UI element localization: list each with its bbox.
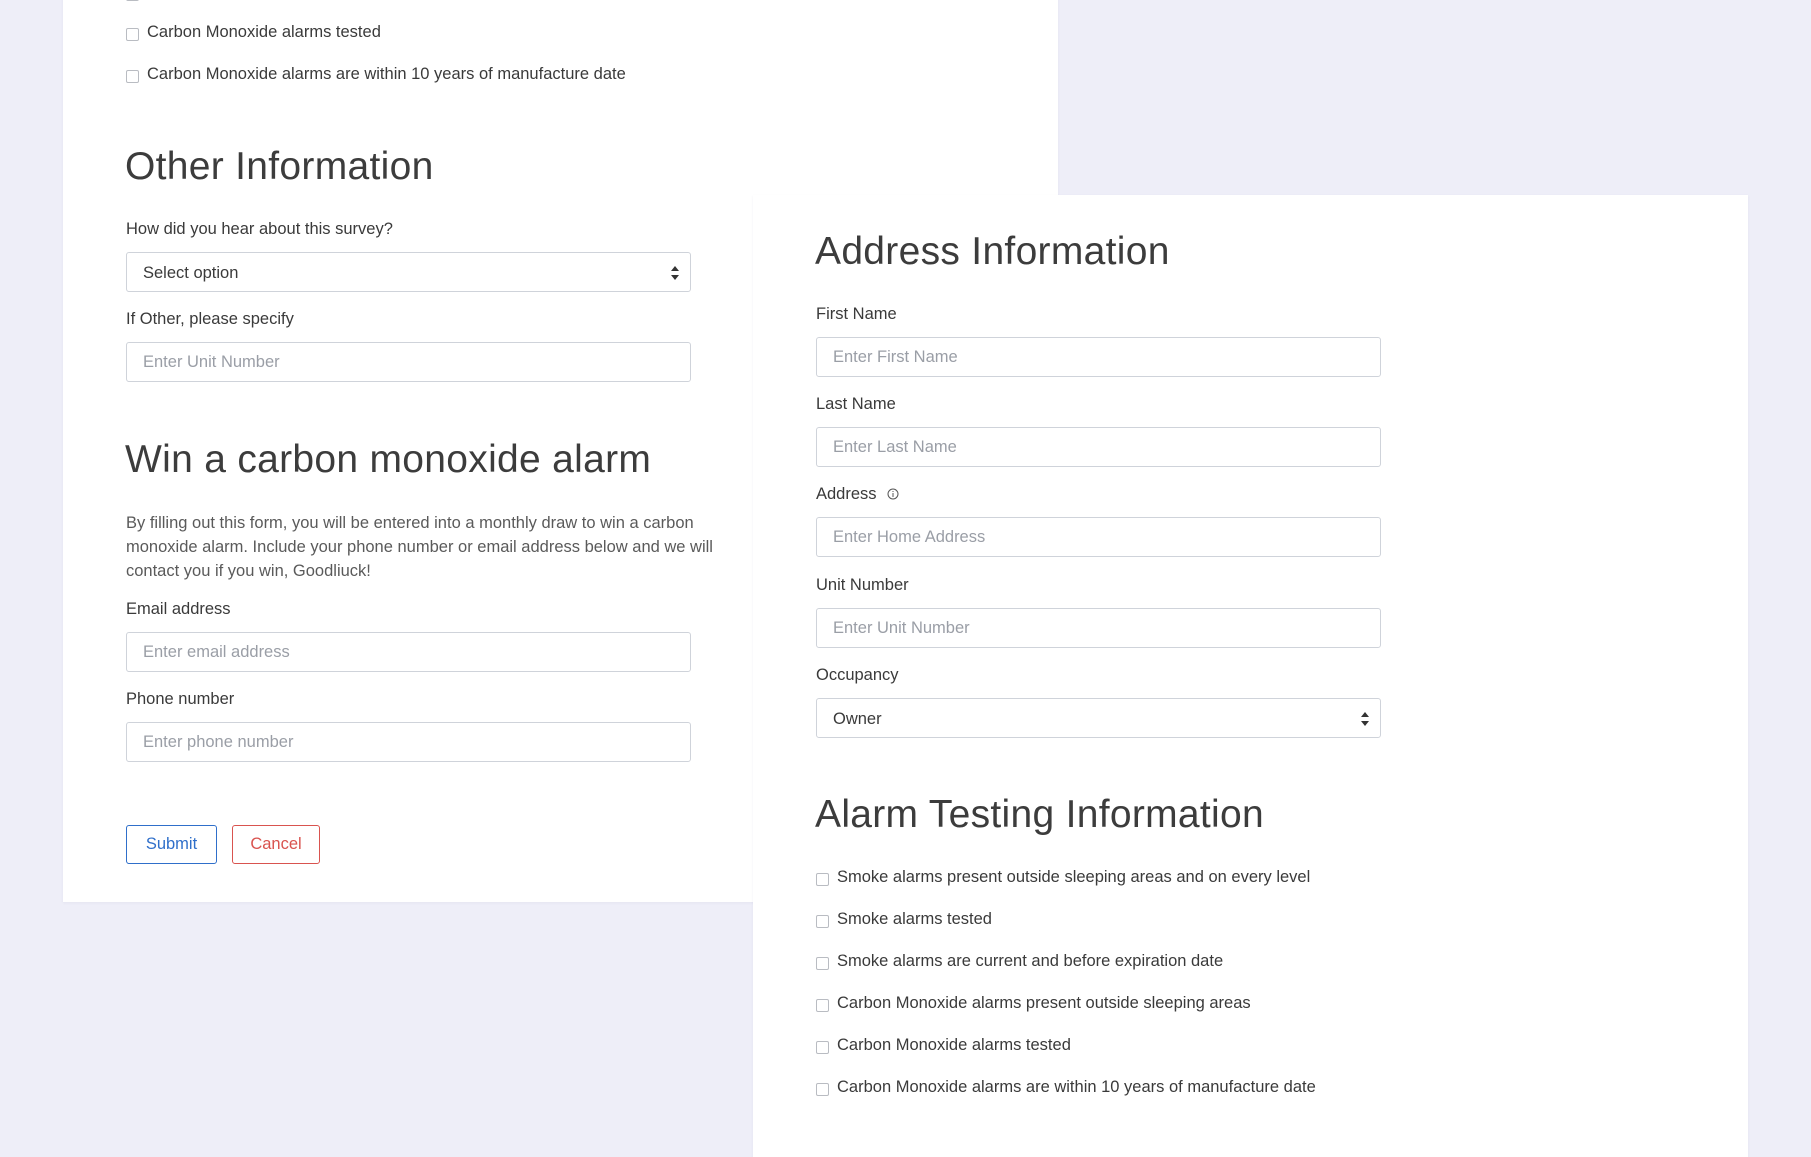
checkbox-co-10-years-back[interactable] (126, 70, 139, 83)
phone-label: Phone number (126, 690, 235, 708)
checkbox-label: Carbon Monoxide alarms are within 10 yea… (837, 1078, 1316, 1096)
first-name-label: First Name (816, 305, 897, 323)
unit-number-label: Unit Number (816, 576, 909, 594)
survey-form-card-front: Address Information First Name Last Name… (753, 195, 1748, 1157)
checkbox-co-tested[interactable] (816, 1041, 829, 1054)
address-label-row: Address (816, 485, 899, 504)
checkbox-row-partial[interactable] (126, 0, 147, 1)
address-input[interactable] (816, 517, 1381, 557)
checkbox-label: Carbon Monoxide alarms are within 10 yea… (147, 65, 626, 83)
cancel-button[interactable]: Cancel (232, 825, 320, 864)
checkbox-row-co-10-years[interactable]: Carbon Monoxide alarms are within 10 yea… (816, 1078, 1316, 1097)
submit-button[interactable]: Submit (126, 825, 217, 864)
win-alarm-heading: Win a carbon monoxide alarm (125, 438, 652, 481)
unit-number-input[interactable] (816, 608, 1381, 648)
address-label: Address (816, 485, 877, 503)
phone-input[interactable] (126, 722, 691, 762)
checkbox-row-smoke-current[interactable]: Smoke alarms are current and before expi… (816, 952, 1223, 971)
other-specify-input[interactable] (126, 342, 691, 382)
checkbox-label: Smoke alarms tested (837, 910, 992, 928)
win-description: By filling out this form, you will be en… (126, 514, 713, 580)
hear-about-select[interactable]: Select option (126, 252, 691, 292)
checkbox-label: Smoke alarms present outside sleeping ar… (837, 868, 1311, 886)
occupancy-select[interactable]: Owner (816, 698, 1381, 738)
checkbox-co-10-years[interactable] (816, 1083, 829, 1096)
checkbox-label: Carbon Monoxide alarms tested (837, 1036, 1071, 1054)
checkbox-co-tested-back[interactable] (126, 28, 139, 41)
checkbox-smoke-current[interactable] (816, 957, 829, 970)
checkbox-row-co-tested-back[interactable]: Carbon Monoxide alarms tested (126, 23, 381, 42)
checkbox-row-smoke-present[interactable]: Smoke alarms present outside sleeping ar… (816, 868, 1310, 887)
checkbox-row-smoke-tested[interactable]: Smoke alarms tested (816, 910, 992, 929)
checkbox-label: Smoke alarms are current and before expi… (837, 952, 1224, 970)
info-circle-icon[interactable] (887, 488, 899, 500)
checkbox-co-present[interactable] (816, 999, 829, 1012)
hear-about-label: How did you hear about this survey? (126, 220, 393, 238)
checkbox-row-co-tested[interactable]: Carbon Monoxide alarms tested (816, 1036, 1071, 1055)
sort-arrows-icon (1361, 712, 1369, 726)
occupancy-value: Owner (833, 710, 882, 728)
checkbox-row-co-10-years-back[interactable]: Carbon Monoxide alarms are within 10 yea… (126, 65, 626, 84)
checkbox-smoke-tested[interactable] (816, 915, 829, 928)
other-specify-label: If Other, please specify (126, 310, 294, 328)
checkbox[interactable] (126, 0, 139, 1)
alarm-testing-heading: Alarm Testing Information (815, 793, 1264, 836)
email-input[interactable] (126, 632, 691, 672)
occupancy-label: Occupancy (816, 666, 899, 684)
other-information-heading: Other Information (125, 145, 434, 188)
checkbox-label: Carbon Monoxide alarms tested (147, 23, 381, 41)
checkbox-smoke-present[interactable] (816, 873, 829, 886)
address-information-heading: Address Information (815, 230, 1170, 273)
first-name-input[interactable] (816, 337, 1381, 377)
last-name-input[interactable] (816, 427, 1381, 467)
email-label: Email address (126, 600, 231, 618)
hear-about-value: Select option (143, 264, 239, 282)
sort-arrows-icon (671, 266, 679, 280)
last-name-label: Last Name (816, 395, 896, 413)
checkbox-label: Carbon Monoxide alarms present outside s… (837, 994, 1251, 1012)
checkbox-row-co-present[interactable]: Carbon Monoxide alarms present outside s… (816, 994, 1251, 1013)
